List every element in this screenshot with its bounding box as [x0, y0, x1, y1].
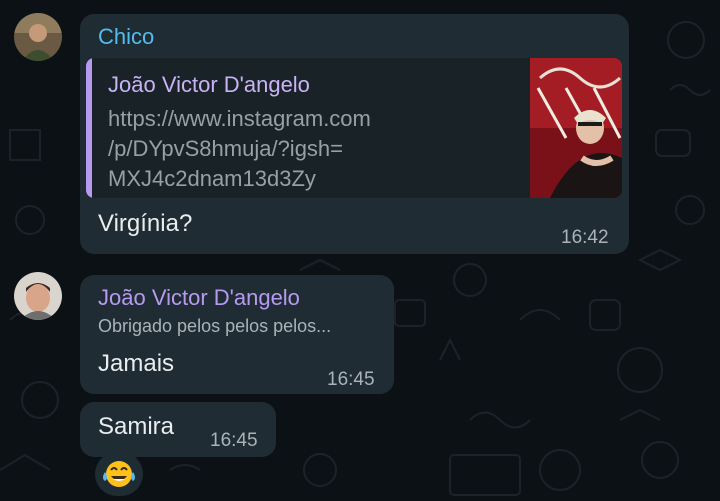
- avatar-joao-image: [14, 272, 62, 320]
- message-text: Samira: [98, 413, 175, 440]
- message-time: 16:45: [210, 430, 258, 451]
- link-preview-accent-bar: [86, 58, 92, 198]
- emoji-message-chip[interactable]: [95, 452, 143, 496]
- reply-quote[interactable]: Obrigado pelos pelos pelos...: [98, 316, 331, 337]
- tears-of-joy-emoji-icon: [103, 461, 135, 487]
- album-cover-image: [530, 58, 622, 198]
- message-time: 16:42: [561, 227, 609, 248]
- avatar-joao[interactable]: [14, 272, 62, 320]
- link-preview-title: João Victor D'angelo: [108, 72, 310, 97]
- message-text: Jamais: [98, 350, 175, 377]
- message-time: 16:45: [327, 369, 375, 390]
- avatar-chico-image: [14, 13, 62, 61]
- sender-name[interactable]: Chico: [98, 24, 154, 50]
- sender-name[interactable]: João Victor D'angelo: [98, 285, 300, 311]
- link-preview-card[interactable]: João Victor D'angelo https://www.instagr…: [86, 58, 622, 198]
- link-preview-url-line: https://www.instagram.com: [108, 106, 371, 131]
- link-preview-url-line: MXJ4c2dnam13d3Zy: [108, 166, 316, 191]
- link-preview-url-line: /p/DYpvS8hmuja/?igsh=: [108, 136, 344, 161]
- avatar-chico[interactable]: [14, 13, 62, 61]
- message-text: Virgínia?: [98, 210, 193, 237]
